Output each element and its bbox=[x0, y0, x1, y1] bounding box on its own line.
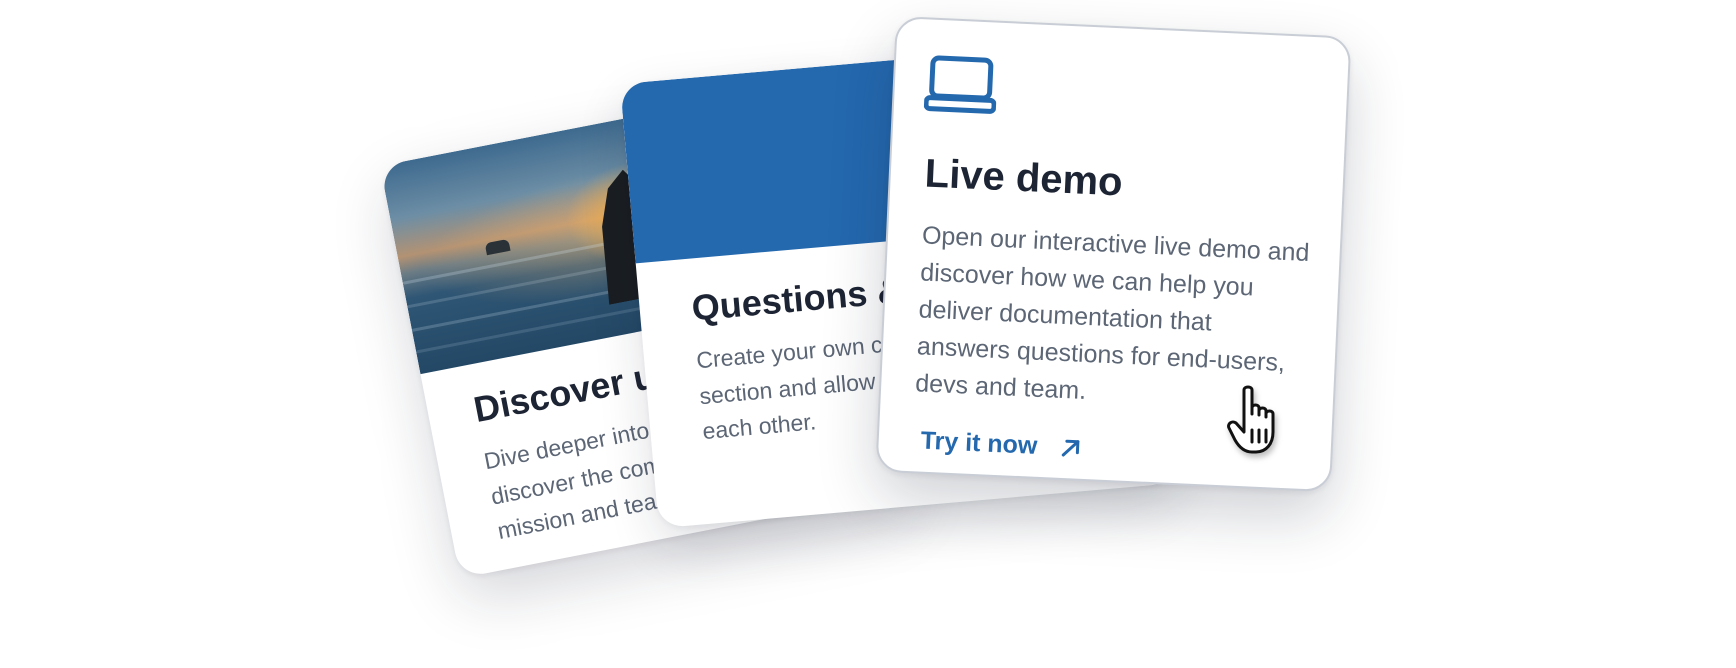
try-it-now-label: Try it now bbox=[920, 426, 1038, 460]
live-demo-title: Live demo bbox=[923, 151, 1124, 205]
hand-pointer-cursor bbox=[1226, 384, 1286, 456]
distant-rock bbox=[484, 238, 511, 256]
try-it-now-link[interactable]: Try it now bbox=[920, 427, 1082, 463]
card-stack-illustration: Discover us Dive deeper into the page an… bbox=[0, 0, 1736, 668]
arrow-up-right-icon bbox=[1059, 436, 1082, 459]
laptop-icon bbox=[923, 53, 999, 116]
